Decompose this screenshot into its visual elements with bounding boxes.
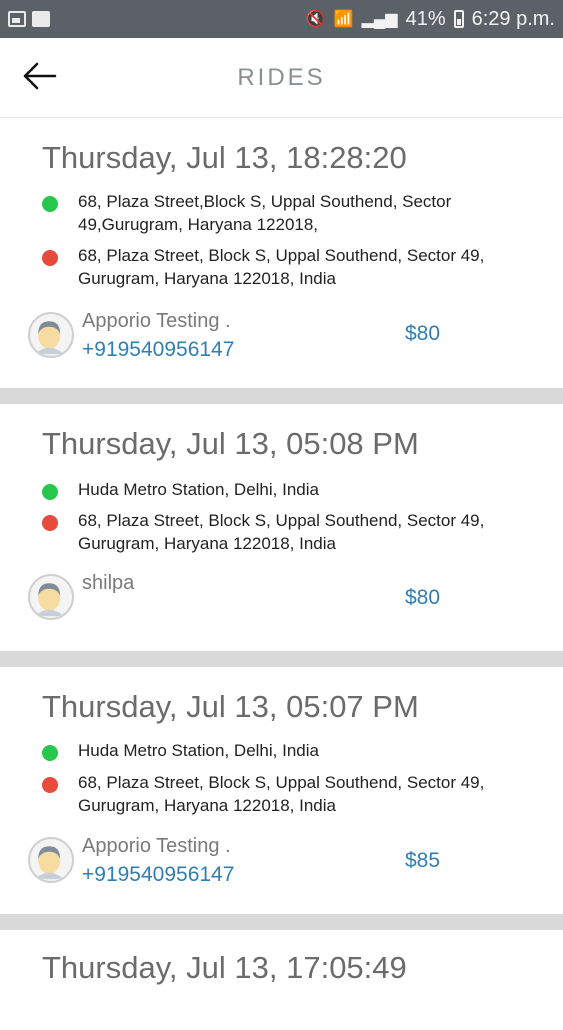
drop-row: 68, Plaza Street, Block S, Uppal Southen… xyxy=(42,509,533,555)
drop-row: 68, Plaza Street, Block S, Uppal Southen… xyxy=(42,771,533,817)
pickup-address: Huda Metro Station, Delhi, India xyxy=(78,741,319,760)
clock: 6:29 p.m. xyxy=(471,7,555,30)
ride-fare: $80 xyxy=(405,322,441,345)
ride-card[interactable]: Thursday, Jul 13, 18:28:20 68, Plaza Str… xyxy=(0,118,563,388)
user-avatar-icon xyxy=(28,312,74,358)
ride-card[interactable]: Thursday, Jul 13, 05:08 PM Huda Metro St… xyxy=(0,404,563,651)
pickup-row: Huda Metro Station, Delhi, India xyxy=(42,478,533,501)
ride-date: Thursday, Jul 13, 05:07 PM xyxy=(42,689,419,724)
drop-dot-icon xyxy=(42,515,58,531)
drop-dot-icon xyxy=(42,777,58,793)
drop-address: 68, Plaza Street, Block S, Uppal Southen… xyxy=(78,511,485,553)
app-header: RIDES xyxy=(0,38,563,118)
rider-phone-link[interactable]: +919540956147 xyxy=(82,338,234,362)
mute-icon: 🔇 xyxy=(305,11,326,28)
drop-dot-icon xyxy=(42,250,58,266)
wifi-icon: 📶 xyxy=(333,11,354,28)
rides-list: Thursday, Jul 13, 18:28:20 68, Plaza Str… xyxy=(0,118,563,1030)
ride-card[interactable]: Thursday, Jul 13, 05:07 PM Huda Metro St… xyxy=(0,667,563,914)
page-title: RIDES xyxy=(237,64,326,91)
rider-phone-link[interactable]: +919540956147 xyxy=(82,863,234,887)
user-avatar-icon xyxy=(28,837,74,883)
ride-fare: $80 xyxy=(405,586,441,609)
notification-icons xyxy=(8,11,50,27)
ride-date: Thursday, Jul 13, 18:28:20 xyxy=(42,140,407,175)
rider-name: shilpa xyxy=(82,572,135,594)
status-indicators: 🔇 📶 ▂▄▆ 41% 6:29 p.m. xyxy=(306,8,555,31)
ride-date: Thursday, Jul 13, 05:08 PM xyxy=(42,426,419,461)
pickup-address: 68, Plaza Street,Block S, Uppal Southend… xyxy=(78,192,452,234)
user-avatar-icon xyxy=(28,574,74,620)
app-notification-icon xyxy=(32,11,50,27)
image-notification-icon xyxy=(8,11,26,27)
battery-percent: 41% xyxy=(405,7,446,30)
rider-name: Apporio Testing . xyxy=(82,835,231,857)
ride-date: Thursday, Jul 13, 17:05:49 xyxy=(42,950,407,985)
status-bar: 🔇 📶 ▂▄▆ 41% 6:29 p.m. xyxy=(0,0,563,38)
battery-icon xyxy=(453,10,464,28)
pickup-row: 68, Plaza Street,Block S, Uppal Southend… xyxy=(42,190,533,236)
drop-address: 68, Plaza Street, Block S, Uppal Southen… xyxy=(78,773,485,815)
rider-name: Apporio Testing . xyxy=(82,310,231,332)
pickup-row: Huda Metro Station, Delhi, India xyxy=(42,739,533,762)
ride-card[interactable]: Thursday, Jul 13, 17:05:49 xyxy=(0,930,563,1030)
pickup-address: Huda Metro Station, Delhi, India xyxy=(78,480,319,499)
pickup-dot-icon xyxy=(42,484,58,500)
pickup-dot-icon xyxy=(42,196,58,212)
drop-row: 68, Plaza Street, Block S, Uppal Southen… xyxy=(42,244,533,290)
drop-address: 68, Plaza Street, Block S, Uppal Southen… xyxy=(78,246,485,288)
signal-icon: ▂▄▆ xyxy=(361,11,398,28)
ride-fare: $85 xyxy=(405,849,441,872)
pickup-dot-icon xyxy=(42,745,58,761)
